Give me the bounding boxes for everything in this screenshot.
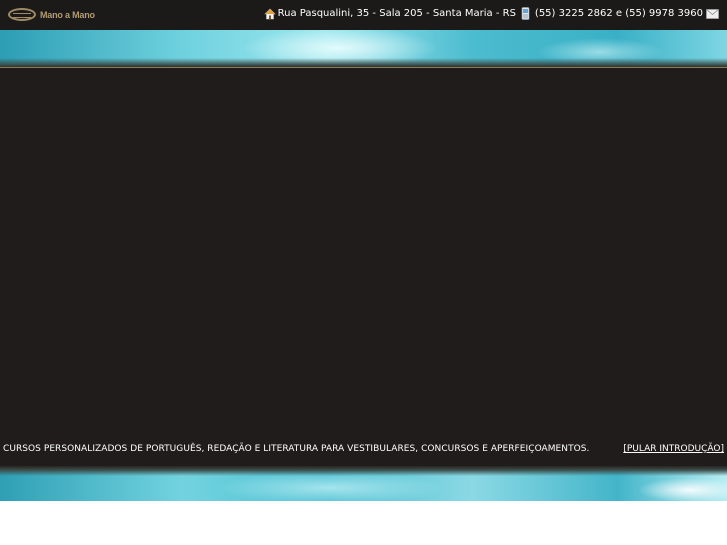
phone-numbers: (55) 3225 2862 e (55) 9978 3960 [534,8,703,19]
intro-stage [0,68,727,466]
logo[interactable]: Mano a Mano [8,8,95,21]
intro-tagline: CURSOS PERSONALIZADOS DE PORTUGUÊS, REDA… [3,444,590,454]
header-decorative-band [0,30,727,68]
footer-decorative-band [0,466,727,501]
top-bar: Mano a Mano Rua Pasqualini, 35 - Sala 20… [0,0,727,30]
skip-intro-link[interactable]: [PULAR INTRODUÇÃO] [623,444,724,454]
home-icon [263,8,276,19]
logo-mark-icon [8,8,36,21]
address-text: Rua Pasqualini, 35 - Sala 205 - Santa Ma… [277,8,516,19]
contact-info: Rua Pasqualini, 35 - Sala 205 - Santa Ma… [263,7,719,20]
phone-icon [521,7,530,20]
mail-icon[interactable] [706,8,719,19]
logo-text: Mano a Mano [40,9,95,20]
